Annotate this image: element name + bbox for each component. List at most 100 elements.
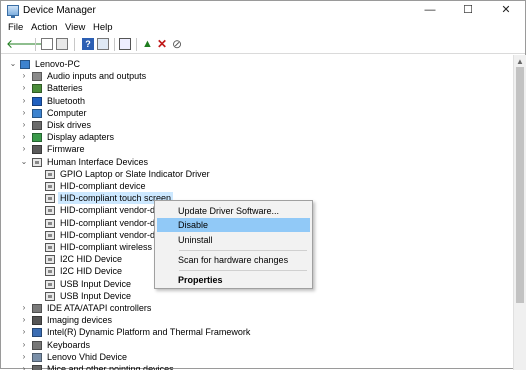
tree-device-label: HID-compliant vendor-defi bbox=[60, 205, 165, 216]
tree-category[interactable]: › Disk drives bbox=[1, 119, 513, 131]
hid-device-icon bbox=[45, 291, 55, 301]
context-menu-separator bbox=[179, 250, 307, 251]
tree-category[interactable]: › Batteries bbox=[1, 82, 513, 94]
tree-device-label: HID-compliant device bbox=[60, 181, 146, 191]
tree-device-label: HID-compliant wireless rad bbox=[60, 242, 168, 252]
tree-category-label: Lenovo Vhid Device bbox=[47, 351, 128, 362]
collapse-arrow-icon[interactable]: › bbox=[20, 95, 28, 107]
disable-icon[interactable]: ⊘ bbox=[172, 38, 184, 50]
tree-category[interactable]: › Lenovo Vhid Device bbox=[1, 351, 513, 363]
collapse-arrow-icon[interactable]: › bbox=[20, 339, 28, 351]
tree-category[interactable]: › Intel(R) Dynamic Platform and Thermal F… bbox=[1, 326, 513, 338]
tree-category[interactable]: › Display adapters bbox=[1, 131, 513, 143]
display-adapter-icon bbox=[32, 133, 42, 143]
collapse-arrow-icon[interactable]: › bbox=[20, 131, 28, 143]
update-driver-icon[interactable]: ▲ bbox=[142, 38, 154, 50]
tree-category-human-interface-devices[interactable]: ⌄ Human Interface Devices bbox=[1, 156, 513, 168]
menu-view[interactable]: View bbox=[65, 22, 85, 33]
tree-category-label: Human Interface Devices bbox=[47, 156, 149, 167]
mouse-icon bbox=[32, 365, 42, 370]
uninstall-icon[interactable]: ✕ bbox=[157, 38, 169, 50]
back-arrow-icon[interactable]: 🡐 bbox=[6, 38, 38, 50]
hid-device-icon bbox=[45, 279, 55, 289]
tree-category-label: IDE ATA/ATAPI controllers bbox=[47, 303, 152, 313]
update-driver-software-menu-item[interactable]: Update Driver Software... bbox=[157, 204, 310, 218]
menu-file[interactable]: File bbox=[8, 22, 23, 33]
tree-device-label: USB Input Device bbox=[60, 290, 132, 301]
tree-category[interactable]: › Imaging devices bbox=[1, 314, 513, 326]
scroll-up-arrow-icon[interactable]: ▲ bbox=[516, 57, 524, 66]
toolbar-separator bbox=[114, 38, 115, 51]
scroll-thumb[interactable] bbox=[516, 67, 524, 303]
tree-category-label: Display adapters bbox=[47, 132, 115, 143]
scan-hardware-icon[interactable] bbox=[119, 38, 131, 50]
close-button[interactable]: ✕ bbox=[487, 1, 525, 21]
hid-device-icon bbox=[45, 218, 55, 228]
tree-category[interactable]: › Bluetooth bbox=[1, 95, 513, 107]
hid-device-icon bbox=[45, 206, 55, 216]
collapse-arrow-icon[interactable]: › bbox=[20, 70, 28, 82]
properties-icon[interactable] bbox=[56, 38, 68, 50]
tree-category-label: Firmware bbox=[47, 144, 85, 155]
toolbar-separator bbox=[35, 38, 36, 51]
vertical-scrollbar[interactable]: ▲ bbox=[513, 55, 526, 370]
collapse-arrow-icon[interactable]: › bbox=[20, 326, 28, 338]
tree-category[interactable]: › Keyboards bbox=[1, 339, 513, 351]
ide-controller-icon bbox=[32, 304, 42, 313]
tree-category-label: Batteries bbox=[47, 83, 83, 94]
tree-device-item[interactable]: GPIO Laptop or Slate Indicator Driver bbox=[1, 168, 513, 180]
collapse-arrow-icon[interactable]: › bbox=[20, 143, 28, 155]
hid-device-icon bbox=[45, 243, 55, 252]
tree-category-label: Imaging devices bbox=[47, 315, 113, 326]
device-manager-app-icon bbox=[7, 5, 19, 18]
tree-device-label: USB Input Device bbox=[60, 278, 132, 289]
help-icon[interactable]: ? bbox=[82, 38, 94, 50]
forward-arrow-icon[interactable]: 🡒 bbox=[20, 38, 52, 50]
tree-category-label: Audio inputs and outputs bbox=[47, 71, 147, 82]
menu-action[interactable]: Action bbox=[31, 22, 57, 33]
tree-device-label: HID-compliant vendor-defi bbox=[60, 217, 165, 228]
menu-bar: File Action View Help bbox=[1, 21, 525, 35]
collapse-arrow-icon[interactable]: › bbox=[20, 82, 28, 94]
maximize-button[interactable]: ☐ bbox=[449, 1, 487, 21]
tree-device-label: I2C HID Device bbox=[60, 254, 123, 265]
collapse-arrow-icon[interactable]: › bbox=[20, 314, 28, 326]
collapse-arrow-icon[interactable]: › bbox=[20, 107, 28, 119]
toolbar-separator bbox=[136, 38, 137, 51]
context-menu: Update Driver Software... Disable Uninst… bbox=[154, 200, 313, 289]
bluetooth-icon bbox=[32, 96, 42, 106]
device-manager-window: Device Manager — ☐ ✕ File Action View He… bbox=[0, 0, 526, 370]
scan-for-hardware-changes-menu-item[interactable]: Scan for hardware changes bbox=[157, 253, 310, 267]
collapse-arrow-icon[interactable]: › bbox=[20, 302, 28, 314]
expand-arrow-icon[interactable]: ⌄ bbox=[9, 58, 17, 70]
expand-arrow-icon[interactable]: ⌄ bbox=[20, 156, 28, 168]
show-hide-tree-icon[interactable] bbox=[41, 38, 53, 50]
tree-category-label: Keyboards bbox=[47, 339, 91, 350]
tree-category[interactable]: › Computer bbox=[1, 107, 513, 119]
collapse-arrow-icon[interactable]: › bbox=[20, 119, 28, 131]
toolbar-separator bbox=[74, 38, 75, 51]
device-properties-icon[interactable] bbox=[97, 38, 109, 50]
window-title: Device Manager bbox=[23, 5, 96, 16]
properties-menu-item[interactable]: Properties bbox=[157, 273, 310, 287]
tree-category-label: Bluetooth bbox=[47, 95, 86, 106]
disk-drive-icon bbox=[32, 121, 42, 130]
tree-device-item[interactable]: HID-compliant device bbox=[1, 180, 513, 192]
tree-category[interactable]: › Firmware bbox=[1, 143, 513, 155]
tree-root-label: Lenovo-PC bbox=[35, 59, 81, 69]
tree-category[interactable]: › Audio inputs and outputs bbox=[1, 70, 513, 82]
computer-icon bbox=[32, 108, 42, 118]
tree-device-item[interactable]: USB Input Device bbox=[1, 290, 513, 302]
tree-root-lenovo-pc[interactable]: ⌄ Lenovo-PC bbox=[1, 58, 513, 70]
menu-help[interactable]: Help bbox=[93, 22, 113, 33]
collapse-arrow-icon[interactable]: › bbox=[20, 351, 28, 363]
tree-category[interactable]: › IDE ATA/ATAPI controllers bbox=[1, 302, 513, 314]
disable-menu-item[interactable]: Disable bbox=[157, 218, 310, 232]
hid-device-icon bbox=[45, 194, 55, 204]
chip-icon bbox=[32, 328, 42, 338]
uninstall-menu-item[interactable]: Uninstall bbox=[157, 233, 310, 247]
hid-device-icon bbox=[45, 267, 55, 277]
minimize-button[interactable]: — bbox=[411, 1, 449, 21]
hid-device-icon bbox=[45, 169, 55, 179]
title-bar[interactable]: Device Manager — ☐ ✕ bbox=[1, 1, 525, 21]
